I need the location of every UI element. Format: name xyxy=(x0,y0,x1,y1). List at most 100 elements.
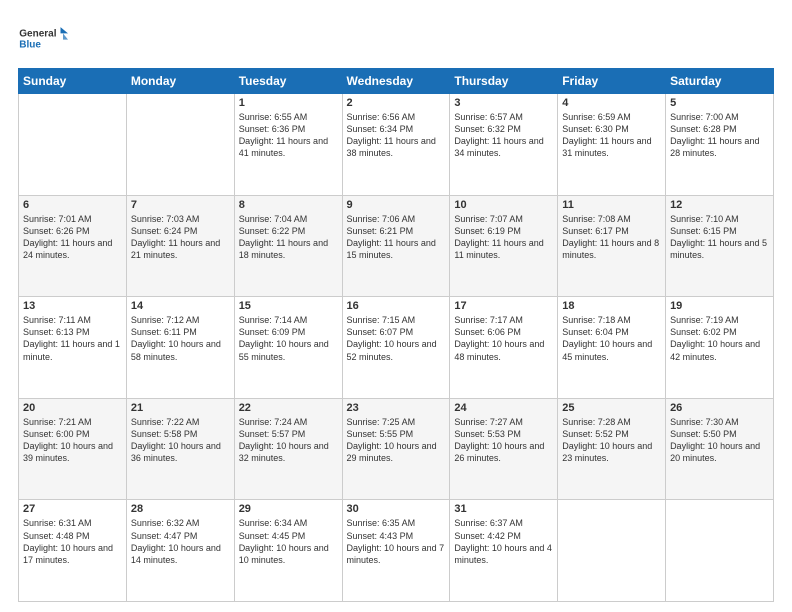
day-info: Sunrise: 6:57 AM Sunset: 6:32 PM Dayligh… xyxy=(454,111,553,160)
calendar-cell xyxy=(126,94,234,196)
day-info: Sunrise: 7:27 AM Sunset: 5:53 PM Dayligh… xyxy=(454,416,553,465)
day-info: Sunrise: 7:22 AM Sunset: 5:58 PM Dayligh… xyxy=(131,416,230,465)
day-info: Sunrise: 7:15 AM Sunset: 6:07 PM Dayligh… xyxy=(347,314,446,363)
day-number: 6 xyxy=(23,199,122,211)
week-row-1: 1 Sunrise: 6:55 AM Sunset: 6:36 PM Daylig… xyxy=(19,94,774,196)
day-info: Sunrise: 6:55 AM Sunset: 6:36 PM Dayligh… xyxy=(239,111,338,160)
calendar-cell: 29 Sunrise: 6:34 AM Sunset: 4:45 PM Dayli… xyxy=(234,500,342,602)
calendar-cell: 27 Sunrise: 6:31 AM Sunset: 4:48 PM Dayli… xyxy=(19,500,127,602)
svg-text:Blue: Blue xyxy=(19,40,41,51)
calendar-cell: 21 Sunrise: 7:22 AM Sunset: 5:58 PM Dayli… xyxy=(126,398,234,500)
day-info: Sunrise: 7:19 AM Sunset: 6:02 PM Dayligh… xyxy=(670,314,769,363)
calendar-cell: 7 Sunrise: 7:03 AM Sunset: 6:24 PM Daylig… xyxy=(126,195,234,297)
day-info: Sunrise: 7:07 AM Sunset: 6:19 PM Dayligh… xyxy=(454,213,553,262)
weekday-header-thursday: Thursday xyxy=(450,69,558,94)
day-number: 4 xyxy=(562,97,661,109)
day-info: Sunrise: 6:35 AM Sunset: 4:43 PM Dayligh… xyxy=(347,517,446,566)
day-info: Sunrise: 6:34 AM Sunset: 4:45 PM Dayligh… xyxy=(239,517,338,566)
day-number: 27 xyxy=(23,503,122,515)
calendar-cell: 3 Sunrise: 6:57 AM Sunset: 6:32 PM Daylig… xyxy=(450,94,558,196)
day-number: 14 xyxy=(131,300,230,312)
calendar-cell: 23Sunrise: 7:25 AM Sunset: 5:55 PM Dayli… xyxy=(342,398,450,500)
calendar-cell: 18 Sunrise: 7:18 AM Sunset: 6:04 PM Dayli… xyxy=(558,297,666,399)
day-number: 12 xyxy=(670,199,769,211)
weekday-header-saturday: Saturday xyxy=(666,69,774,94)
weekday-header-wednesday: Wednesday xyxy=(342,69,450,94)
day-info: Sunrise: 6:32 AM Sunset: 4:47 PM Dayligh… xyxy=(131,517,230,566)
header: General Blue xyxy=(18,18,774,58)
day-info: Sunrise: 7:10 AM Sunset: 6:15 PM Dayligh… xyxy=(670,213,769,262)
calendar-cell: 4 Sunrise: 6:59 AM Sunset: 6:30 PM Daylig… xyxy=(558,94,666,196)
day-info: Sunrise: 6:31 AM Sunset: 4:48 PM Dayligh… xyxy=(23,517,122,566)
calendar-cell: 26 Sunrise: 7:30 AM Sunset: 5:50 PM Dayli… xyxy=(666,398,774,500)
day-info: Sunrise: 7:06 AM Sunset: 6:21 PM Dayligh… xyxy=(347,213,446,262)
calendar-cell: 25 Sunrise: 7:28 AM Sunset: 5:52 PM Dayli… xyxy=(558,398,666,500)
day-info: Sunrise: 7:30 AM Sunset: 5:50 PM Dayligh… xyxy=(670,416,769,465)
day-info: Sunrise: 6:59 AM Sunset: 6:30 PM Dayligh… xyxy=(562,111,661,160)
day-info: Sunrise: 7:28 AM Sunset: 5:52 PM Dayligh… xyxy=(562,416,661,465)
day-number: 8 xyxy=(239,199,338,211)
day-number: 28 xyxy=(131,503,230,515)
day-number: 7 xyxy=(131,199,230,211)
weekday-header-monday: Monday xyxy=(126,69,234,94)
week-row-2: 6 Sunrise: 7:01 AM Sunset: 6:26 PM Daylig… xyxy=(19,195,774,297)
day-number: 21 xyxy=(131,402,230,414)
weekday-header-sunday: Sunday xyxy=(19,69,127,94)
day-number: 19 xyxy=(670,300,769,312)
calendar-cell: 20 Sunrise: 7:21 AM Sunset: 6:00 PM Dayli… xyxy=(19,398,127,500)
day-info: Sunrise: 6:56 AM Sunset: 6:34 PM Dayligh… xyxy=(347,111,446,160)
day-info: Sunrise: 7:24 AM Sunset: 5:57 PM Dayligh… xyxy=(239,416,338,465)
day-number: 2 xyxy=(347,97,446,109)
calendar-cell: 28 Sunrise: 6:32 AM Sunset: 4:47 PM Dayli… xyxy=(126,500,234,602)
day-number: 24 xyxy=(454,402,553,414)
logo: General Blue xyxy=(18,18,68,58)
day-number: 16 xyxy=(347,300,446,312)
day-number: 15 xyxy=(239,300,338,312)
weekday-header-row: SundayMondayTuesdayWednesdayThursdayFrid… xyxy=(19,69,774,94)
day-number: 31 xyxy=(454,503,553,515)
calendar-cell: 8 Sunrise: 7:04 AM Sunset: 6:22 PM Daylig… xyxy=(234,195,342,297)
day-info: Sunrise: 7:18 AM Sunset: 6:04 PM Dayligh… xyxy=(562,314,661,363)
day-number: 18 xyxy=(562,300,661,312)
day-number: 26 xyxy=(670,402,769,414)
calendar-table: SundayMondayTuesdayWednesdayThursdayFrid… xyxy=(18,68,774,602)
day-number: 22 xyxy=(239,402,338,414)
calendar-cell: 24 Sunrise: 7:27 AM Sunset: 5:53 PM Dayli… xyxy=(450,398,558,500)
day-info: Sunrise: 7:17 AM Sunset: 6:06 PM Dayligh… xyxy=(454,314,553,363)
calendar-cell: 11 Sunrise: 7:08 AM Sunset: 6:17 PM Dayli… xyxy=(558,195,666,297)
week-row-4: 20 Sunrise: 7:21 AM Sunset: 6:00 PM Dayli… xyxy=(19,398,774,500)
day-number: 20 xyxy=(23,402,122,414)
day-info: Sunrise: 7:03 AM Sunset: 6:24 PM Dayligh… xyxy=(131,213,230,262)
day-number: 25 xyxy=(562,402,661,414)
day-number: 10 xyxy=(454,199,553,211)
calendar-cell xyxy=(558,500,666,602)
day-number: 5 xyxy=(670,97,769,109)
calendar-cell: 13Sunrise: 7:11 AM Sunset: 6:13 PM Dayli… xyxy=(19,297,127,399)
week-row-3: 13Sunrise: 7:11 AM Sunset: 6:13 PM Dayli… xyxy=(19,297,774,399)
calendar-cell xyxy=(666,500,774,602)
day-number: 11 xyxy=(562,199,661,211)
week-row-5: 27 Sunrise: 6:31 AM Sunset: 4:48 PM Dayli… xyxy=(19,500,774,602)
logo-svg: General Blue xyxy=(18,18,68,58)
day-info: Sunrise: 7:25 AM Sunset: 5:55 PM Dayligh… xyxy=(347,416,446,465)
day-number: 13 xyxy=(23,300,122,312)
calendar-cell: 1 Sunrise: 6:55 AM Sunset: 6:36 PM Daylig… xyxy=(234,94,342,196)
calendar-cell: 12 Sunrise: 7:10 AM Sunset: 6:15 PM Dayli… xyxy=(666,195,774,297)
calendar-cell: 31 Sunrise: 6:37 AM Sunset: 4:42 PM Dayli… xyxy=(450,500,558,602)
day-number: 29 xyxy=(239,503,338,515)
day-number: 9 xyxy=(347,199,446,211)
day-info: Sunrise: 7:21 AM Sunset: 6:00 PM Dayligh… xyxy=(23,416,122,465)
day-info: Sunrise: 7:08 AM Sunset: 6:17 PM Dayligh… xyxy=(562,213,661,262)
day-info: Sunrise: 6:37 AM Sunset: 4:42 PM Dayligh… xyxy=(454,517,553,566)
day-number: 1 xyxy=(239,97,338,109)
calendar-cell: 19 Sunrise: 7:19 AM Sunset: 6:02 PM Dayli… xyxy=(666,297,774,399)
day-number: 3 xyxy=(454,97,553,109)
calendar-cell: 14Sunrise: 7:12 AM Sunset: 6:11 PM Dayli… xyxy=(126,297,234,399)
day-info: Sunrise: 7:01 AM Sunset: 6:26 PM Dayligh… xyxy=(23,213,122,262)
calendar-cell: 10 Sunrise: 7:07 AM Sunset: 6:19 PM Dayli… xyxy=(450,195,558,297)
weekday-header-tuesday: Tuesday xyxy=(234,69,342,94)
day-info: Sunrise: 7:04 AM Sunset: 6:22 PM Dayligh… xyxy=(239,213,338,262)
calendar-cell: 9 Sunrise: 7:06 AM Sunset: 6:21 PM Daylig… xyxy=(342,195,450,297)
calendar-cell xyxy=(19,94,127,196)
day-number: 17 xyxy=(454,300,553,312)
